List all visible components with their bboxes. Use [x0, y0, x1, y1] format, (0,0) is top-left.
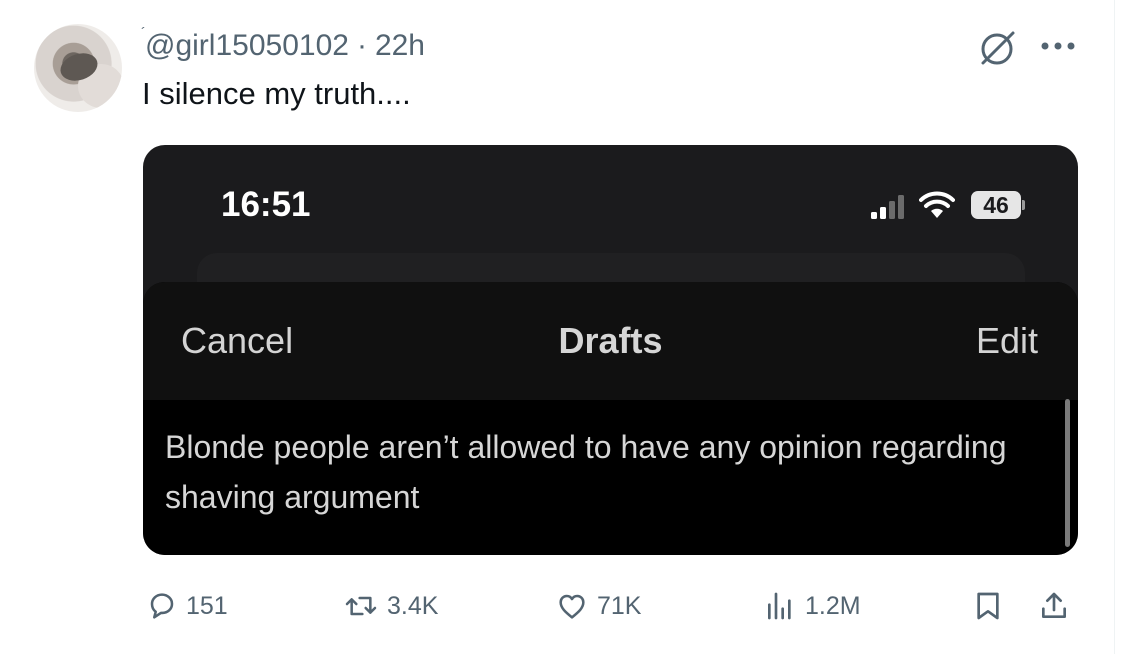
tweet-actions: 151 3.4K 71K 1.2M — [0, 584, 1114, 628]
tweet-media-screenshot[interactable]: 16:51 46 Cancel Drafts Edit Blonde peopl… — [143, 145, 1078, 555]
bookmark-button[interactable] — [972, 584, 1004, 628]
mute-icon[interactable] — [977, 28, 1021, 68]
avatar[interactable] — [34, 24, 122, 112]
reply-icon — [150, 593, 174, 619]
drafts-sheet: Cancel Drafts Edit Blonde people aren’t … — [143, 282, 1078, 555]
views-icon — [768, 592, 791, 620]
battery-level: 46 — [971, 191, 1021, 219]
header-separator: · — [356, 29, 367, 62]
tweet-time[interactable]: 22h — [375, 29, 425, 63]
reply-button[interactable]: 151 — [146, 584, 228, 628]
wifi-icon — [919, 191, 955, 218]
more-icon[interactable] — [1037, 34, 1079, 58]
tick-mark-icon: ´ — [141, 24, 146, 40]
edit-button[interactable]: Edit — [976, 320, 1038, 362]
tweet-header: ´ @girl15050102 · 22h — [141, 24, 425, 64]
battery-cap — [1022, 200, 1025, 210]
repost-icon — [345, 596, 377, 616]
reply-count: 151 — [186, 591, 228, 620]
views-button[interactable]: 1.2M — [763, 584, 861, 628]
like-count: 71K — [597, 591, 642, 620]
draft-item[interactable]: Blonde people aren’t allowed to have any… — [165, 422, 1025, 522]
battery-indicator: 46 — [971, 191, 1025, 219]
drafts-title: Drafts — [558, 320, 663, 361]
tweet-text: I silence my truth.... — [142, 76, 411, 111]
heart-icon — [559, 594, 585, 619]
scrollbar[interactable] — [1065, 399, 1070, 547]
like-button[interactable]: 71K — [555, 584, 641, 628]
repost-count: 3.4K — [387, 591, 439, 620]
phone-status-time: 16:51 — [221, 185, 311, 224]
bookmark-icon — [977, 592, 999, 620]
views-count: 1.2M — [805, 591, 861, 620]
repost-button[interactable]: 3.4K — [343, 584, 438, 628]
drafts-sheet-header: Cancel Drafts Edit — [143, 282, 1078, 400]
column-divider — [1114, 0, 1115, 654]
signal-icon — [871, 195, 904, 219]
user-handle[interactable]: @girl15050102 — [145, 29, 349, 63]
share-button[interactable] — [1038, 584, 1070, 628]
share-icon — [1042, 592, 1066, 618]
